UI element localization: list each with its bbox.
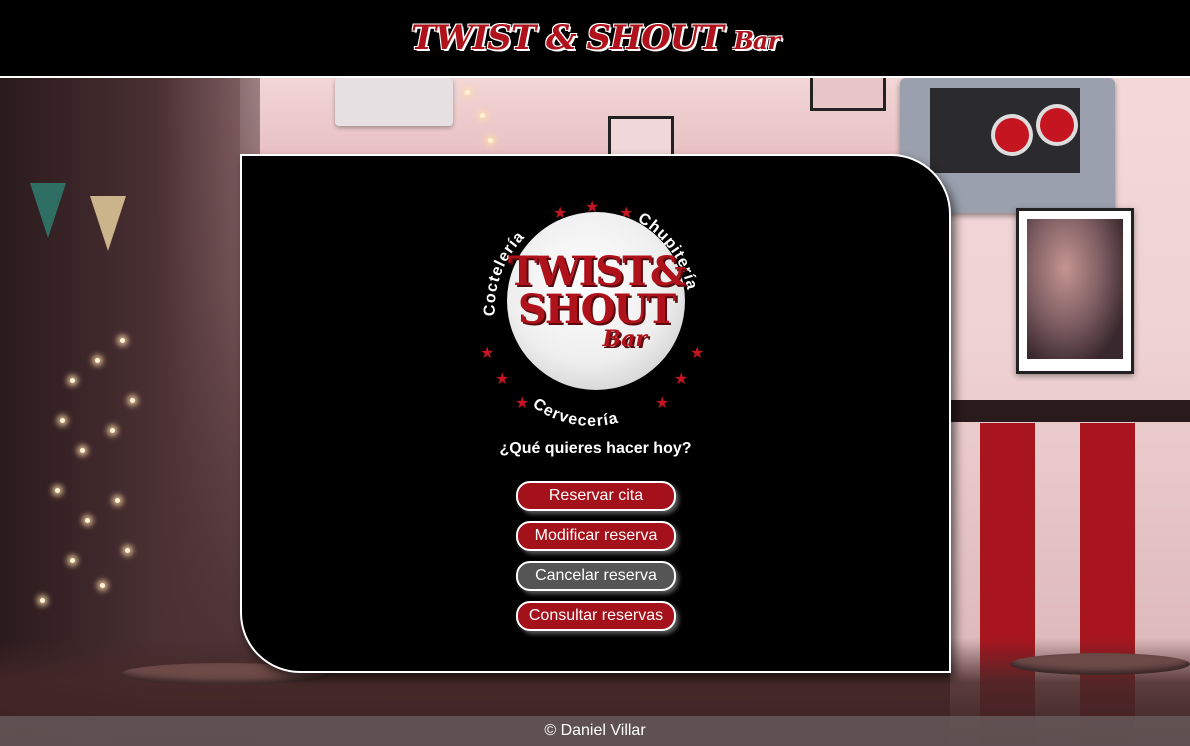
pennant [90,196,126,251]
brand-logo[interactable]: TWIST & SHOUT Bar [410,18,780,58]
bar-emblem: Coctelería Chupitería Cervecería ★ ★ ★ ★… [467,176,717,426]
star-icon: ★ [690,343,704,362]
view-reservations-button[interactable]: Consultar reservas [516,601,676,631]
framed-poster [1016,208,1134,374]
brand-logo-suffix: Bar [733,26,780,55]
copyright-text: © Daniel Villar [544,722,646,739]
site-header: TWIST & SHOUT Bar [0,0,1190,78]
string-light [85,518,90,523]
string-light [120,338,125,343]
string-light [70,558,75,563]
controller-panel [930,88,1080,173]
wall-frame [810,78,886,111]
string-light [130,398,135,403]
string-light [40,598,45,603]
star-icon: ★ [480,343,494,362]
emblem-arc-bottom: Cervecería [530,395,620,426]
prompt-question: ¿Qué quieres hacer hoy? [499,440,692,457]
string-light [125,548,130,553]
star-icon: ★ [515,393,529,412]
string-light [95,358,100,363]
string-light [70,378,75,383]
string-light [100,583,105,588]
wall-band [950,400,1190,422]
poster-image [1027,219,1123,359]
site-footer: © Daniel Villar [0,716,1190,746]
table [1010,653,1190,675]
emblem-line-2: SHOUT [517,285,676,333]
string-light [60,418,65,423]
cancel-reservation-button[interactable]: Cancelar reserva [516,561,676,591]
controller-button-b [995,118,1029,152]
string-light [80,448,85,453]
emblem-logo: TWIST& SHOUT Bar [507,212,686,390]
emblem-line-3: Bar [602,325,647,352]
controller-button-a [1040,108,1074,142]
string-light [488,138,493,143]
string-light [115,498,120,503]
brand-logo-main: TWIST & SHOUT [410,18,724,58]
string-light [465,90,470,95]
string-light [55,488,60,493]
star-icon: ★ [655,393,669,412]
modify-reservation-button[interactable]: Modificar reserva [516,521,676,551]
emblem-line-1: TWIST& [507,247,686,295]
pennant [30,183,66,238]
string-light [110,428,115,433]
reserve-appointment-button[interactable]: Reservar cita [516,481,676,511]
svg-text:Cervecería: Cervecería [530,395,621,426]
projector [335,78,453,126]
main-panel: Coctelería Chupitería Cervecería ★ ★ ★ ★… [240,154,951,673]
string-light [480,113,485,118]
